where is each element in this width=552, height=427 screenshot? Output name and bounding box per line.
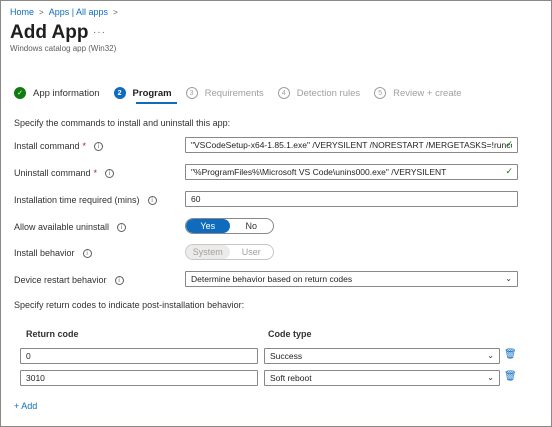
field-label: Install command [14, 141, 80, 151]
field-value: "VSCodeSetup-x64-1.85.1.exe" /VERYSILENT… [191, 140, 512, 150]
chevron-right-icon: > [39, 7, 44, 17]
page-title: Add App [10, 22, 89, 43]
field-label: Device restart behavior [14, 275, 107, 285]
field-value: 3010 [26, 373, 45, 383]
step-number-icon: 2 [113, 87, 126, 99]
step-app-information[interactable]: ✓ App information [14, 87, 100, 99]
chevron-down-icon: ⌄ [487, 373, 494, 382]
step-detection-rules[interactable]: 4 Detection rules [277, 87, 361, 99]
field-label: Install behavior [14, 248, 75, 258]
toggle-option-system: System [186, 245, 230, 259]
chevron-down-icon: ⌄ [505, 274, 512, 283]
install-time-label: Installation time required (mins) i [14, 195, 157, 205]
add-return-code-button[interactable]: + Add [14, 401, 37, 411]
breadcrumb: Home > Apps | All apps > [10, 7, 118, 17]
info-icon[interactable]: i [82, 248, 92, 258]
install-command-label: Install command * i [14, 141, 104, 151]
step-review-create[interactable]: 5 Review + create [374, 87, 462, 99]
dropdown-value: Soft reboot [270, 373, 312, 383]
step-number-icon: 5 [374, 87, 387, 99]
restart-behavior-dropdown[interactable]: Determine behavior based on return codes… [185, 271, 518, 287]
step-label: Requirements [204, 87, 264, 99]
column-header-return-code: Return code [26, 329, 79, 339]
step-program[interactable]: 2 Program [113, 87, 172, 99]
return-codes-intro: Specify return codes to indicate post-in… [14, 300, 245, 310]
info-icon[interactable]: i [94, 141, 104, 151]
uninstall-command-label: Uninstall command * i [14, 168, 115, 178]
check-icon: ✓ [505, 139, 513, 149]
toggle-option-yes[interactable]: Yes [186, 219, 230, 233]
install-command-input[interactable]: "VSCodeSetup-x64-1.85.1.exe" /VERYSILENT… [185, 137, 518, 153]
code-type-dropdown[interactable]: Soft reboot ⌄ [264, 370, 500, 386]
section-intro: Specify the commands to install and unin… [14, 118, 231, 128]
field-value: "%ProgramFiles%\Microsoft VS Code\unins0… [191, 167, 447, 177]
chevron-down-icon: ⌄ [487, 351, 494, 360]
field-value: 0 [26, 351, 31, 361]
code-type-dropdown[interactable]: Success ⌄ [264, 348, 500, 364]
restart-behavior-label: Device restart behavior i [14, 275, 124, 285]
return-code-input[interactable]: 0 [20, 348, 258, 364]
allow-uninstall-toggle[interactable]: Yes No [185, 218, 274, 234]
breadcrumb-home-link[interactable]: Home [10, 7, 34, 17]
info-icon[interactable]: i [105, 168, 115, 178]
info-icon[interactable]: i [114, 275, 124, 285]
step-number-icon: 4 [277, 87, 290, 99]
info-icon[interactable]: i [147, 195, 157, 205]
field-label: Allow available uninstall [14, 222, 110, 232]
check-circle-icon: ✓ [14, 87, 26, 99]
toggle-option-no[interactable]: No [230, 219, 274, 233]
chevron-right-icon: > [113, 7, 118, 17]
uninstall-command-input[interactable]: "%ProgramFiles%\Microsoft VS Code\unins0… [185, 164, 518, 180]
trash-icon[interactable]: 🗑 [504, 371, 517, 382]
toggle-option-user: User [241, 247, 261, 257]
allow-uninstall-label: Allow available uninstall i [14, 222, 127, 232]
trash-icon[interactable]: 🗑 [504, 349, 517, 360]
field-label: Uninstall command [14, 168, 91, 178]
required-marker: * [82, 141, 87, 151]
column-header-code-type: Code type [268, 329, 312, 339]
step-label: Review + create [393, 87, 462, 99]
install-behavior-label: Install behavior i [14, 248, 92, 258]
step-requirements[interactable]: 3 Requirements [185, 87, 264, 99]
more-options-button[interactable]: ··· [93, 27, 106, 38]
info-icon[interactable]: i [117, 222, 127, 232]
field-value: 60 [191, 194, 201, 204]
dropdown-value: Success [270, 351, 303, 361]
active-step-underline [136, 102, 177, 104]
breadcrumb-apps-link[interactable]: Apps | All apps [49, 7, 108, 17]
wizard-steps: ✓ App information 2 Program 3 Requiremen… [14, 86, 476, 100]
return-code-input[interactable]: 3010 [20, 370, 258, 386]
check-icon: ✓ [505, 166, 513, 176]
step-label: App information [33, 87, 100, 99]
install-time-input[interactable]: 60 [185, 191, 518, 207]
step-label: Detection rules [296, 87, 361, 99]
install-behavior-toggle: System User [185, 244, 274, 260]
step-number-icon: 3 [185, 87, 198, 99]
field-label: Installation time required (mins) [14, 195, 140, 205]
dropdown-value: Determine behavior based on return codes [191, 274, 353, 284]
page-subtitle: Windows catalog app (Win32) [10, 44, 117, 53]
required-marker: * [93, 168, 98, 178]
step-label: Program [132, 87, 172, 99]
